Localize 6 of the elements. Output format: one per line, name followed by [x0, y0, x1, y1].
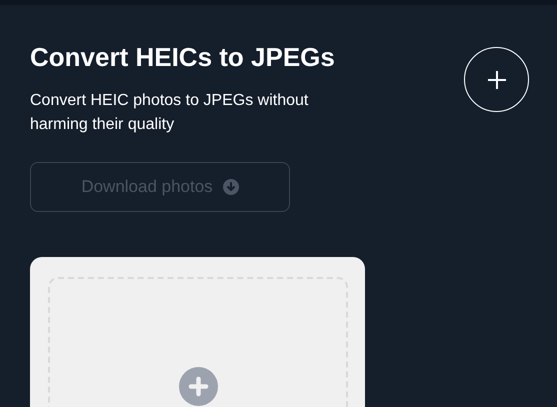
- add-photo-icon[interactable]: [178, 367, 218, 406]
- plus-icon: [486, 70, 506, 90]
- page-subtitle: Convert HEIC photos to JPEGs without harming their quality: [30, 91, 310, 135]
- add-button[interactable]: [464, 47, 529, 112]
- page-title: Convert HEICs to JPEGs: [30, 41, 336, 73]
- download-icon: [222, 179, 239, 195]
